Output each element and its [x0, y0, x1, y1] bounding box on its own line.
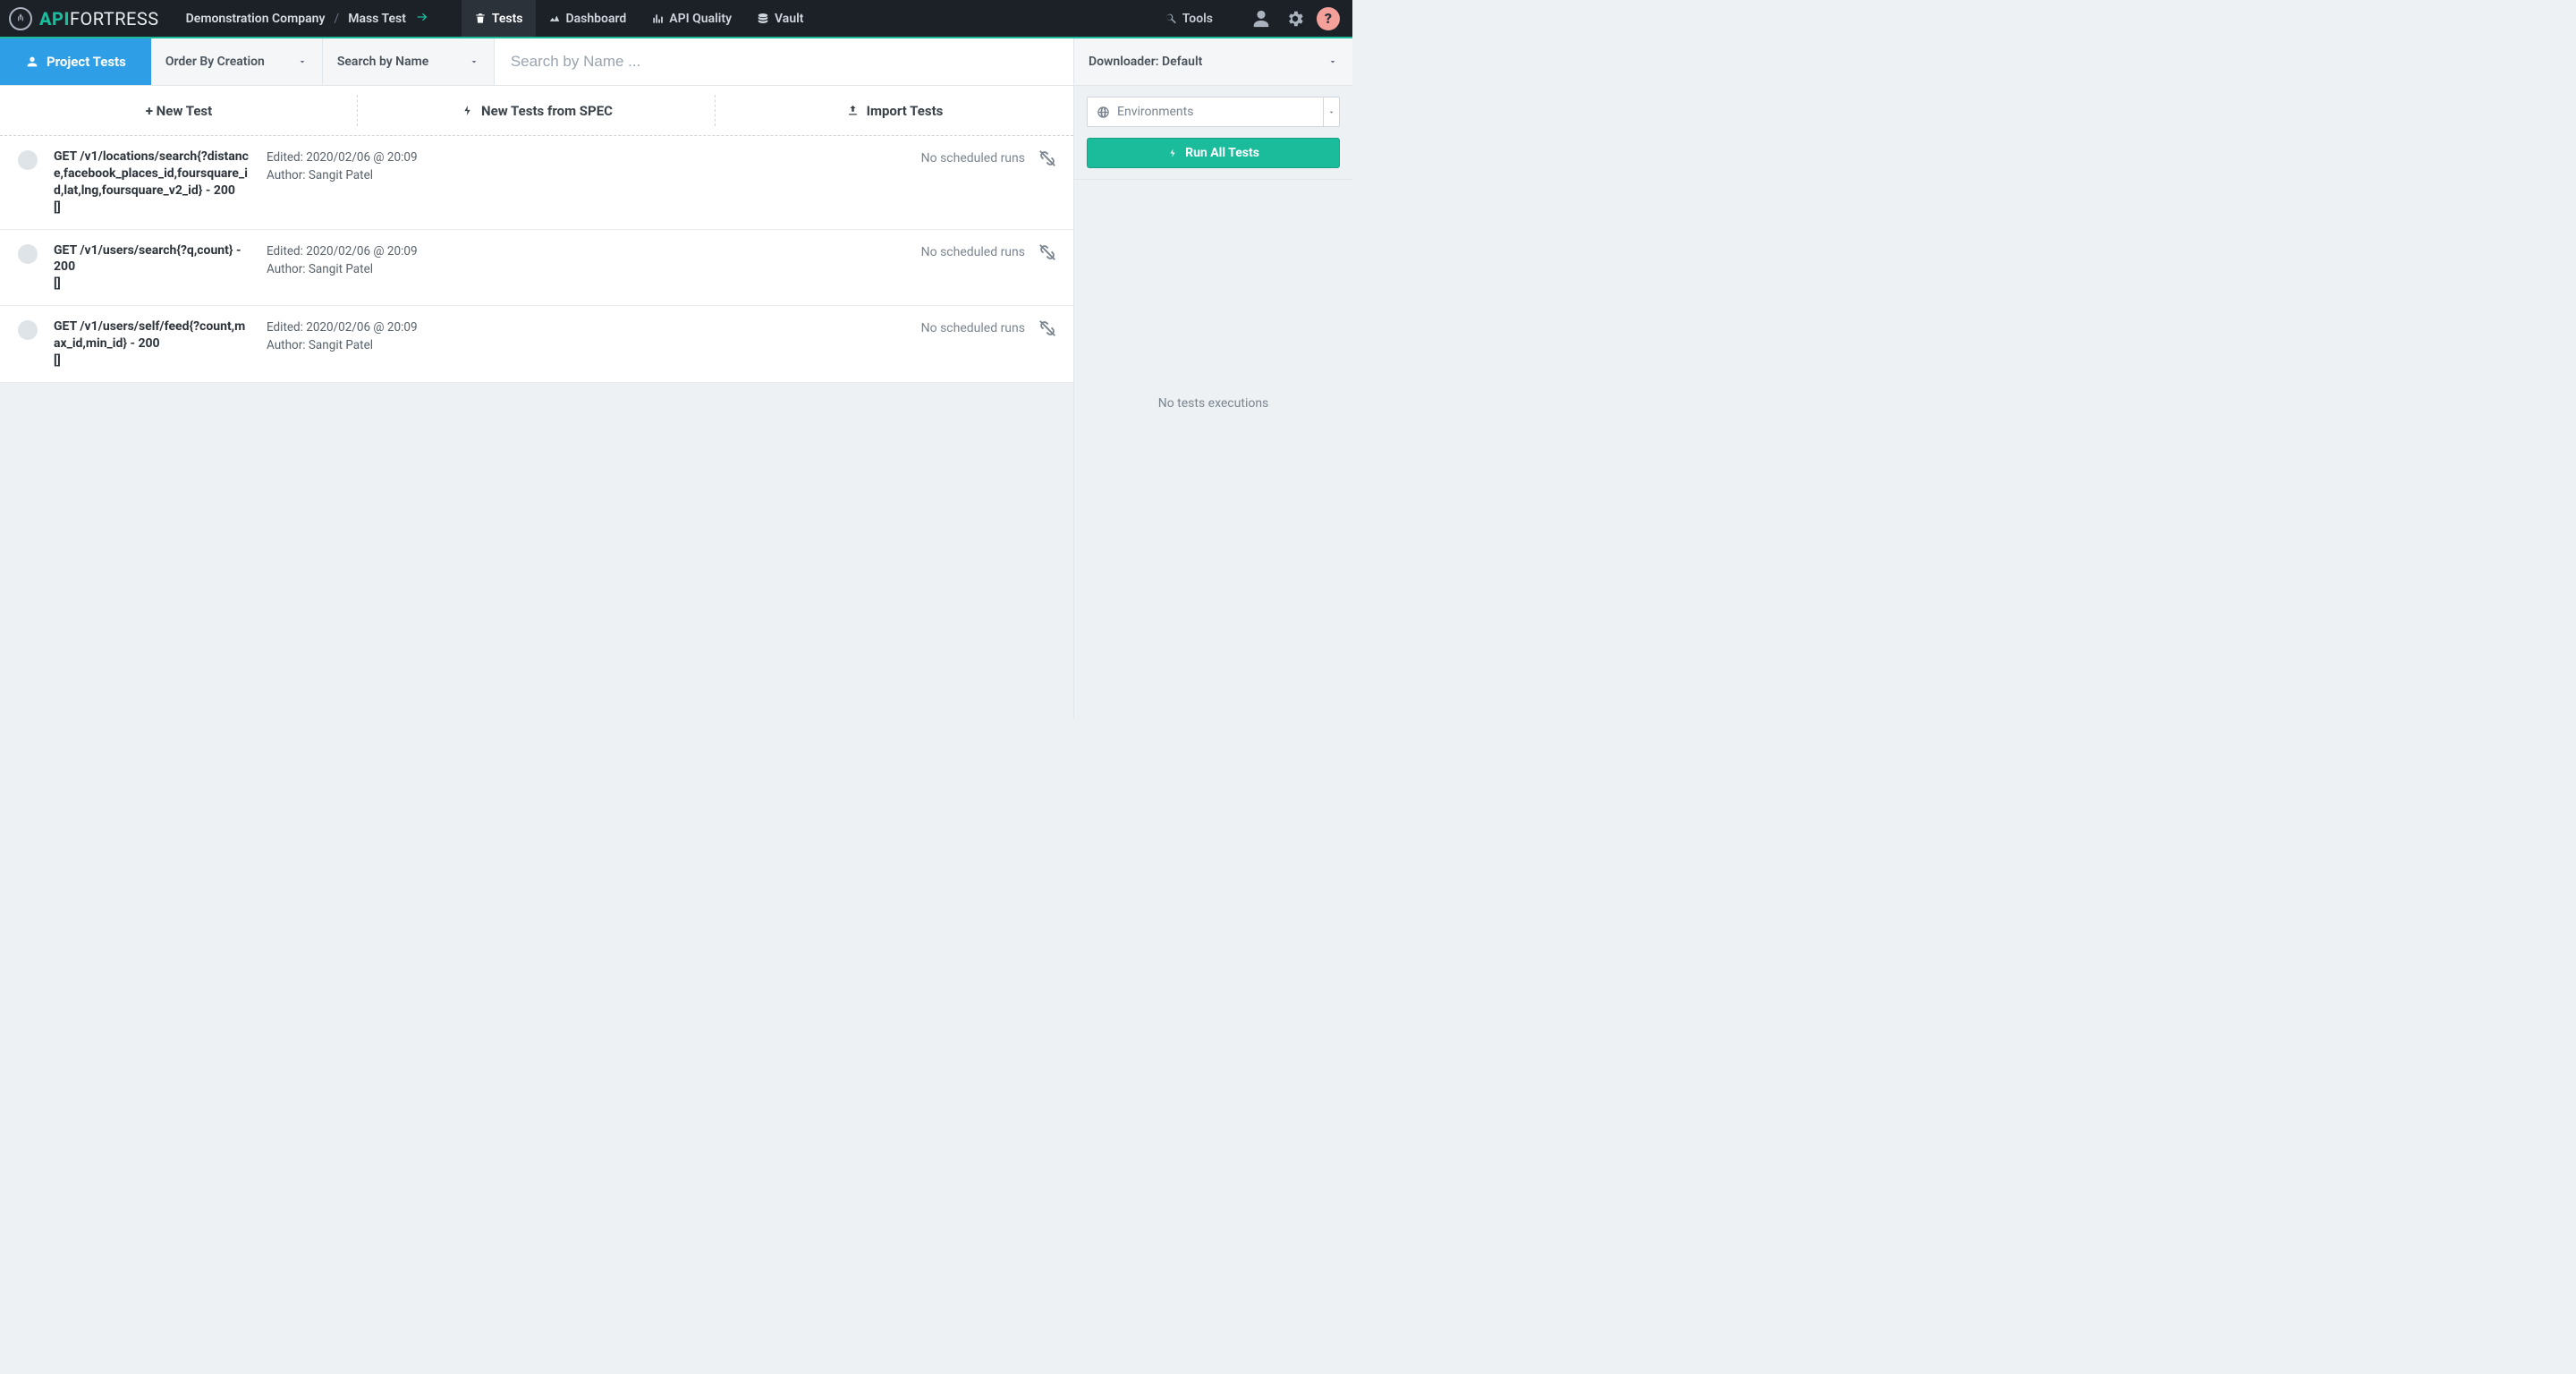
import-tests-button[interactable]: Import Tests [716, 86, 1073, 135]
test-name: GET /v1/users/search{?q,count} - 200[] [54, 242, 250, 293]
nav-dashboard-label: Dashboard [566, 12, 627, 26]
order-by-dropdown[interactable]: Order By Creation [151, 38, 323, 85]
search-input[interactable] [511, 53, 1057, 71]
primary-nav: Tests Dashboard API Quality Vault [462, 0, 817, 37]
bolt-icon [1167, 148, 1178, 158]
status-dot [18, 320, 38, 340]
help-icon[interactable]: ? [1317, 7, 1340, 30]
brand-mark-icon [9, 7, 32, 30]
run-all-button[interactable]: Run All Tests [1087, 138, 1340, 168]
test-meta: Edited: 2020/02/06 @ 20:09Author: Sangit… [267, 148, 418, 185]
nav-tests-label: Tests [492, 12, 523, 26]
main-area: + New Test New Tests from SPEC Import Te… [0, 86, 1352, 718]
breadcrumb-sep: / [334, 12, 339, 26]
nav-tests[interactable]: Tests [462, 0, 536, 37]
brand-fortress: FORTRESS [70, 8, 159, 30]
test-meta: Edited: 2020/02/06 @ 20:09Author: Sangit… [267, 242, 418, 279]
from-spec-label: New Tests from SPEC [481, 103, 613, 119]
tab-project-tests-label: Project Tests [47, 54, 126, 70]
test-row[interactable]: GET /v1/users/self/feed{?count,max_id,mi… [0, 306, 1073, 383]
globe-icon [1097, 106, 1110, 119]
test-row[interactable]: GET /v1/users/search{?q,count} - 200[] Ed… [0, 230, 1073, 307]
test-schedule: No scheduled runs [921, 242, 1057, 262]
breadcrumb-project[interactable]: Mass Test [348, 12, 406, 26]
upload-icon [846, 104, 860, 117]
from-spec-button[interactable]: New Tests from SPEC [358, 86, 716, 135]
chevron-down-icon [297, 56, 308, 67]
import-tests-label: Import Tests [867, 103, 944, 119]
brand-logo[interactable]: APIFORTRESS [0, 0, 172, 37]
actions-row: + New Test New Tests from SPEC Import Te… [0, 86, 1073, 136]
search-by-dropdown[interactable]: Search by Name [323, 38, 495, 85]
breadcrumb-arrow-icon[interactable] [415, 10, 429, 28]
nav-tools-label: Tools [1182, 12, 1213, 26]
search-by-label: Search by Name [337, 55, 428, 69]
chevron-down-icon [469, 56, 479, 67]
status-dot [18, 244, 38, 264]
nav-apiquality-label: API Quality [669, 12, 732, 26]
test-meta: Edited: 2020/02/06 @ 20:09Author: Sangit… [267, 318, 418, 355]
environments-select[interactable]: Environments [1087, 97, 1340, 127]
unlink-icon[interactable] [1038, 318, 1057, 338]
search-box [495, 38, 1073, 85]
nav-apiquality[interactable]: API Quality [639, 0, 744, 37]
sub-bar: Project Tests Order By Creation Search b… [0, 38, 1352, 86]
test-name: GET /v1/users/self/feed{?count,max_id,mi… [54, 318, 250, 369]
no-executions-text: No tests executions [1087, 396, 1340, 411]
chevron-down-icon [1327, 108, 1335, 116]
status-dot [18, 150, 38, 170]
downloader-label: Downloader: Default [1089, 55, 1202, 69]
env-caret[interactable] [1323, 98, 1339, 126]
downloader-dropdown[interactable]: Downloader: Default [1073, 38, 1352, 85]
unlink-icon[interactable] [1038, 148, 1057, 168]
test-schedule: No scheduled runs [921, 148, 1057, 168]
right-panel: Environments Run All Tests No tests exec… [1073, 86, 1352, 718]
tab-project-tests[interactable]: Project Tests [0, 38, 151, 85]
breadcrumb-company[interactable]: Demonstration Company [186, 12, 326, 26]
nav-vault-label: Vault [775, 12, 803, 26]
user-icon[interactable] [1249, 6, 1274, 31]
top-nav: APIFORTRESS Demonstration Company / Mass… [0, 0, 1352, 38]
breadcrumb: Demonstration Company / Mass Test [172, 0, 444, 37]
nav-tools[interactable]: Tools [1165, 12, 1213, 26]
run-all-label: Run All Tests [1185, 146, 1259, 160]
brand-api: API [39, 8, 70, 30]
order-by-label: Order By Creation [165, 55, 265, 69]
chevron-down-icon [1327, 56, 1338, 67]
new-test-label: + New Test [146, 103, 212, 119]
nav-right: Tools ? [1165, 0, 1352, 37]
unlink-icon[interactable] [1038, 242, 1057, 262]
test-name: GET /v1/locations/search{?distance,faceb… [54, 148, 250, 216]
environments-label: Environments [1117, 105, 1193, 119]
center-pane: + New Test New Tests from SPEC Import Te… [0, 86, 1073, 718]
right-divider [1074, 179, 1352, 180]
bolt-icon [461, 104, 474, 117]
test-row[interactable]: GET /v1/locations/search{?distance,faceb… [0, 136, 1073, 230]
test-list: GET /v1/locations/search{?distance,faceb… [0, 136, 1073, 383]
test-schedule: No scheduled runs [921, 318, 1057, 338]
new-test-button[interactable]: + New Test [0, 86, 358, 135]
gear-icon[interactable] [1283, 6, 1308, 31]
nav-vault[interactable]: Vault [744, 0, 816, 37]
nav-dashboard[interactable]: Dashboard [536, 0, 640, 37]
